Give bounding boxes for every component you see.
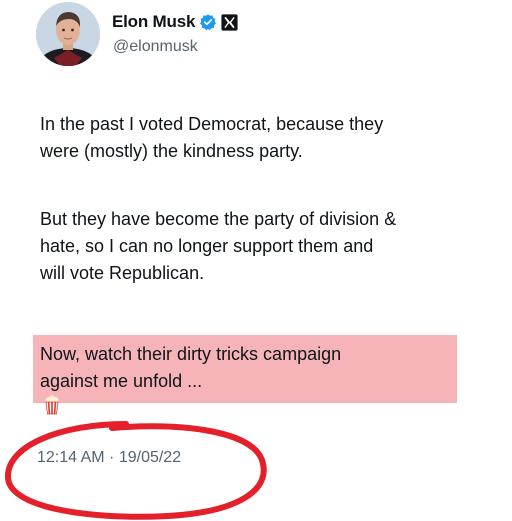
display-name[interactable]: Elon Musk [112, 12, 195, 32]
tweet-line-text: against me unfold ... [40, 371, 203, 391]
popcorn-icon [44, 395, 341, 423]
verified-checkmark-icon [199, 13, 217, 31]
handle[interactable]: @elonmusk [113, 38, 198, 56]
profile-photo-icon [36, 2, 100, 66]
tweet-card: Elon Musk @elonmusk In the past I voted … [0, 0, 512, 521]
tweet-line: hate, so I can no longer support them an… [40, 236, 374, 256]
avatar[interactable] [36, 2, 100, 66]
tweet-paragraph-1: In the past I voted Democrat, because th… [40, 111, 383, 165]
tweet-line: Now, watch their dirty tricks campaign [40, 344, 342, 364]
author-name-row[interactable]: Elon Musk [112, 11, 238, 33]
tweet-line: will vote Republican. [40, 263, 205, 283]
timestamp-link[interactable]: 12:14 AM · 19/05/22 [37, 449, 181, 467]
tweet-line: In the past I voted Democrat, because th… [40, 114, 384, 134]
x-logo-icon[interactable] [221, 13, 238, 31]
tweet-line: were (mostly) the kindness party. [40, 141, 303, 161]
tweet-line: But they have become the party of divisi… [40, 209, 397, 229]
tweet-paragraph-2: But they have become the party of divisi… [40, 206, 396, 287]
tweet-paragraph-3: Now, watch their dirty tricks campaign a… [40, 341, 341, 423]
tweet-line-with-emoji: against me unfold ... [40, 368, 341, 423]
